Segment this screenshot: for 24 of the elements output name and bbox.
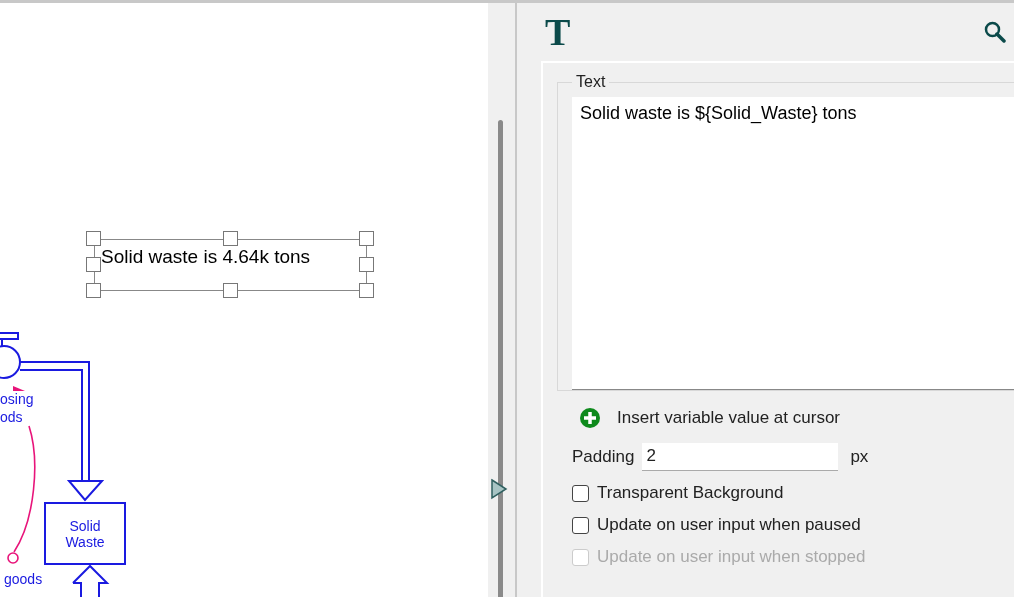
- converter-label: goods: [4, 571, 43, 587]
- resize-handle[interactable]: [359, 231, 374, 246]
- connector-arrowhead-icon: [13, 386, 25, 391]
- text-widget-label: Solid waste is 4.64k tons: [101, 246, 311, 268]
- group-legend: Text: [572, 73, 610, 91]
- search-icon[interactable]: [984, 21, 1006, 43]
- resize-handle[interactable]: [86, 257, 101, 272]
- insert-variable-link[interactable]: Insert variable value at cursor: [617, 408, 840, 428]
- resize-handle[interactable]: [222, 231, 238, 246]
- resize-handle[interactable]: [359, 283, 374, 298]
- padding-input[interactable]: 2: [642, 443, 839, 471]
- flow-label: osing ods: [0, 390, 34, 426]
- resize-handle[interactable]: [86, 231, 101, 246]
- text-editor-field[interactable]: Solid waste is ${Solid_Waste} tons: [572, 97, 1014, 390]
- expand-triangle-icon[interactable]: [490, 478, 508, 500]
- text-tool-icon: T: [545, 10, 571, 54]
- resize-handle[interactable]: [359, 257, 374, 272]
- option-checkbox[interactable]: Update on user input when paused: [572, 515, 1014, 535]
- resize-handle[interactable]: [86, 283, 101, 298]
- option-checkbox[interactable]: Transparent Background: [572, 483, 1014, 503]
- plus-icon[interactable]: [579, 407, 601, 429]
- resize-handle[interactable]: [222, 283, 238, 298]
- unit-label: px: [850, 447, 869, 467]
- padding-label: Padding: [572, 447, 635, 467]
